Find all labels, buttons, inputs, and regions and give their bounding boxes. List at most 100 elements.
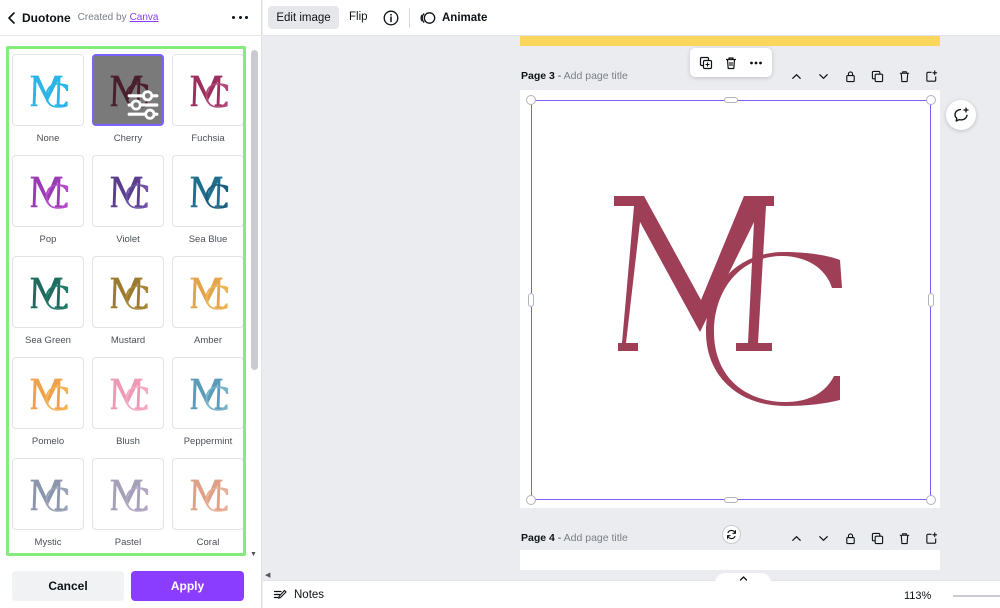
page-4-lock-page-button[interactable] [843,531,858,546]
expand-pages-tab[interactable] [715,573,771,587]
zoom-slider[interactable] [953,595,1000,597]
filter-label: Mystic [34,537,62,548]
mc-logo-preview [110,277,149,310]
notes-button[interactable]: Notes [273,588,324,602]
mc-logo-preview [190,176,229,209]
resize-handle-left[interactable] [528,293,534,307]
filter-thumbnail[interactable] [172,357,243,429]
scroll-left-arrow-icon[interactable]: ◀ [265,571,270,579]
filter-thumbnail[interactable] [172,155,243,227]
flip-button[interactable]: Flip [349,11,368,23]
trash-icon [899,70,910,82]
filter-thumbnail[interactable] [172,256,243,328]
filter-option-blush[interactable]: Blush [92,357,164,458]
animate-label: Animate [442,12,488,24]
filter-option-none[interactable]: None [12,54,84,155]
page-2-bottom-edge [520,36,940,46]
panel-header: Duotone Created by Canva [0,0,262,36]
mc-logo-preview [110,176,149,209]
filter-option-violet[interactable]: Violet [92,155,164,256]
page-3-title-placeholder[interactable]: Add page title [564,70,628,82]
creator-link[interactable]: Canva [130,12,159,23]
duplicate-icon [871,532,884,544]
page-4-move-page-up-button[interactable] [789,531,804,546]
filter-thumbnail[interactable] [12,256,84,328]
filter-thumbnail[interactable] [12,155,84,227]
element-more-button[interactable] [748,55,764,71]
filter-option-coral[interactable]: Coral [172,458,243,553]
filter-thumbnail[interactable] [92,256,164,328]
scroll-down-arrow-icon[interactable]: ▼ [250,551,257,558]
resize-handle-top-left[interactable] [526,95,536,105]
page-3-move-page-down-button[interactable] [816,69,831,84]
panel-scrollbar[interactable]: ▼ [249,46,259,558]
filter-thumbnail[interactable] [12,357,84,429]
duplicate-element-button[interactable] [698,55,714,71]
resize-handle-right[interactable] [928,293,934,307]
add-comment-button[interactable] [946,100,976,130]
filter-option-mustard[interactable]: Mustard [92,256,164,357]
filter-thumbnail[interactable] [92,458,164,530]
zoom-level[interactable]: 113% [904,590,931,602]
filter-label: Sea Green [25,335,71,346]
chevron-up-icon [792,73,801,79]
page-4-title-placeholder[interactable]: Add page title [564,532,628,544]
filter-option-pomelo[interactable]: Pomelo [12,357,84,458]
cancel-button[interactable]: Cancel [12,571,124,601]
filter-label: Peppermint [183,436,233,447]
filter-thumbnail[interactable] [172,54,243,126]
filter-thumbnail[interactable] [92,54,164,126]
filter-option-peppermint[interactable]: Peppermint [172,357,243,458]
info-icon[interactable] [383,10,399,26]
resize-handle-bottom-right[interactable] [926,495,936,505]
page-3-move-page-up-button[interactable] [789,69,804,84]
edit-image-button[interactable]: Edit image [268,6,339,29]
selected-element-frame[interactable] [531,100,931,500]
filter-option-pastel[interactable]: Pastel [92,458,164,553]
animate-button[interactable]: Animate [420,9,487,27]
filter-thumbnail[interactable] [92,155,164,227]
page-3-duplicate-page-button[interactable] [870,69,885,84]
resize-handle-bottom[interactable] [724,497,738,503]
lock-icon [846,532,855,544]
page-4-canvas[interactable] [520,550,940,570]
filter-label: Pomelo [31,436,65,447]
page-4-move-page-down-button[interactable] [816,531,831,546]
page-4-delete-page-button[interactable] [897,531,912,546]
resize-handle-bottom-left[interactable] [526,495,536,505]
filter-option-sea-blue[interactable]: Sea Blue [172,155,243,256]
page-4-label[interactable]: Page 4 - Add page title [521,532,628,544]
page-3-add-page-button[interactable] [924,69,939,84]
filter-option-amber[interactable]: Amber [172,256,243,357]
delete-element-button[interactable] [723,55,739,71]
page-3-delete-page-button[interactable] [897,69,912,84]
filter-option-fuchsia[interactable]: Fuchsia [172,54,243,155]
resize-handle-top[interactable] [724,97,738,103]
filter-thumbnail[interactable] [92,357,164,429]
panel-scrollbar-thumb[interactable] [251,50,258,370]
filter-label: None [36,133,60,144]
chevron-down-icon [819,73,828,79]
page-3-label[interactable]: Page 3 - Add page title [521,70,628,82]
adjust-sliders-icon[interactable] [120,82,159,120]
bottom-bar: Notes 113% [263,573,1000,608]
filter-thumbnail[interactable] [172,458,243,530]
back-button[interactable]: Duotone [6,6,71,30]
resize-handle-top-right[interactable] [926,95,936,105]
page-4-duplicate-page-button[interactable] [870,531,885,546]
page-3-number: Page 3 [521,70,555,82]
filter-option-cherry[interactable]: Cherry [92,54,164,155]
filter-option-pop[interactable]: Pop [12,155,84,256]
filter-option-sea-green[interactable]: Sea Green [12,256,84,357]
apply-button[interactable]: Apply [131,571,244,601]
refresh-page-button[interactable] [722,525,741,544]
filter-option-mystic[interactable]: Mystic [12,458,84,553]
filter-thumbnail[interactable] [12,54,84,126]
more-options-icon[interactable] [232,10,248,24]
duplicate-icon [871,70,884,82]
page-3-lock-page-button[interactable] [843,69,858,84]
page-4-add-page-button[interactable] [924,531,939,546]
mc-logo-preview [190,75,229,108]
filter-thumbnail[interactable] [12,458,84,530]
mc-logo-preview [30,277,69,310]
